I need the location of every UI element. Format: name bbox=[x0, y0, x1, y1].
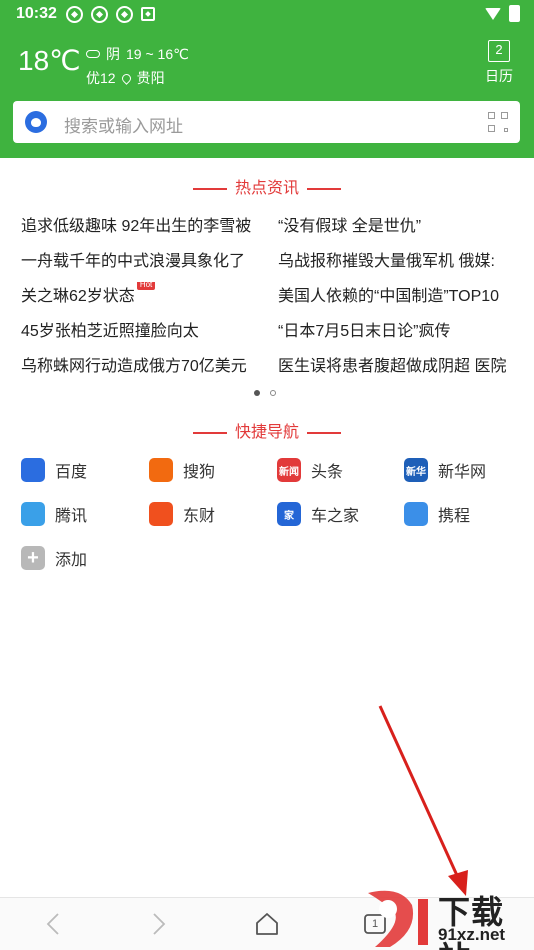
news-item[interactable]: 追求低级趣味 92年出生的李雪被 bbox=[21, 212, 271, 236]
weather-location[interactable]: 优12 贵阳 bbox=[86, 68, 165, 88]
home-button[interactable] bbox=[252, 910, 282, 938]
watermark-url: 91xz.net bbox=[438, 925, 506, 944]
weather-condition: 阴 bbox=[106, 46, 120, 62]
quick-nav-item[interactable]: 搜狗 bbox=[149, 456, 215, 484]
hot-badge: Hot bbox=[136, 282, 156, 290]
quick-nav-item[interactable]: 新华 新华网 bbox=[404, 456, 486, 484]
status-bar: 10:32 bbox=[0, 0, 534, 30]
quick-nav-label: 车之家 bbox=[311, 508, 360, 525]
quick-nav-label: 携程 bbox=[438, 508, 471, 525]
quick-nav-item[interactable]: 家车之家 bbox=[277, 500, 359, 528]
news-item[interactable]: 美国人依赖的“中国制造”TOP10 bbox=[278, 282, 528, 306]
news-item[interactable]: 医生误将患者腹超做成阴超 医院 bbox=[278, 352, 528, 376]
quick-nav-label: 百度 bbox=[55, 464, 88, 481]
quick-nav-item[interactable]: + 添加 bbox=[21, 544, 87, 572]
hot-news-heading: 热点资讯 bbox=[0, 174, 534, 198]
toutiao-icon: 新闻 bbox=[277, 458, 301, 482]
app-notification-icon bbox=[116, 6, 133, 23]
baidu-logo-icon bbox=[25, 111, 47, 133]
city: 贵阳 bbox=[136, 70, 165, 86]
chevron-right-icon bbox=[153, 913, 166, 935]
dongcai-icon bbox=[149, 502, 173, 526]
page-dot bbox=[270, 390, 276, 396]
quick-nav-label: 头条 bbox=[311, 464, 344, 481]
back-button[interactable] bbox=[38, 910, 68, 938]
news-item[interactable]: 关之琳62岁状态Hot bbox=[21, 282, 271, 306]
quick-nav-label: 搜狗 bbox=[183, 464, 216, 481]
quick-nav-heading: 快捷导航 bbox=[0, 418, 534, 442]
chevron-left-icon bbox=[46, 913, 59, 935]
status-time: 10:32 bbox=[16, 5, 57, 22]
quick-nav-item[interactable]: 腾讯 bbox=[21, 500, 87, 528]
notification-icons bbox=[66, 6, 155, 23]
search-bar[interactable]: 搜索或输入网址 bbox=[13, 101, 520, 143]
annotation-arrow bbox=[378, 705, 468, 896]
page-dot-active bbox=[254, 390, 260, 396]
location-pin-icon bbox=[119, 71, 133, 85]
news-item[interactable]: “没有假球 全是世仇” bbox=[278, 212, 528, 236]
search-placeholder[interactable]: 搜索或输入网址 bbox=[64, 112, 183, 137]
app-notification-icon bbox=[66, 6, 83, 23]
news-item[interactable]: 45岁张柏芝近照撞脸向太 bbox=[21, 317, 271, 341]
cloud-icon bbox=[86, 50, 100, 58]
calendar-icon: 2 bbox=[488, 40, 510, 62]
page-indicator bbox=[254, 390, 276, 396]
autohome-icon: 家 bbox=[277, 502, 301, 526]
quick-nav-item[interactable]: 百度 bbox=[21, 456, 87, 484]
quick-nav-item[interactable]: 东财 bbox=[149, 500, 215, 528]
quick-nav-label: 新华网 bbox=[438, 464, 487, 481]
ctrip-icon bbox=[404, 502, 428, 526]
news-item[interactable]: 乌称蛛网行动造成俄方70亿美元 bbox=[21, 352, 271, 376]
news-item[interactable]: 乌战报称摧毁大量俄军机 俄媒: bbox=[278, 247, 528, 271]
news-item[interactable]: “日本7月5日末日论”疯传 bbox=[278, 317, 528, 341]
sogou-icon bbox=[149, 458, 173, 482]
xinhua-icon: 新华 bbox=[404, 458, 428, 482]
add-icon: + bbox=[21, 546, 45, 570]
tencent-icon bbox=[21, 502, 45, 526]
home-icon bbox=[256, 913, 278, 935]
air-quality: 优12 bbox=[86, 70, 116, 86]
header: 10:32 18℃ 阴 19 ~ 16℃ 优12 贵阳 2 日历 搜索或输入网址 bbox=[0, 0, 534, 158]
weather-summary[interactable]: 阴 19 ~ 16℃ bbox=[86, 44, 189, 64]
temperature[interactable]: 18℃ bbox=[18, 44, 81, 77]
qr-scan-icon[interactable] bbox=[488, 112, 508, 132]
quick-nav-item[interactable]: 携程 bbox=[404, 500, 470, 528]
quick-nav-label: 腾讯 bbox=[55, 508, 88, 525]
watermark: 下载站 91xz.net bbox=[360, 885, 534, 950]
quick-nav-item[interactable]: 新闻 头条 bbox=[277, 456, 343, 484]
weather-range: 19 ~ 16℃ bbox=[126, 45, 189, 62]
forward-button[interactable] bbox=[144, 910, 174, 938]
battery-icon bbox=[509, 5, 520, 22]
quick-nav-label: 添加 bbox=[55, 552, 88, 569]
calendar-label: 日历 bbox=[485, 68, 513, 84]
app-notification-icon bbox=[141, 7, 155, 21]
baidu-icon bbox=[21, 458, 45, 482]
wifi-icon bbox=[485, 7, 501, 20]
app-notification-icon bbox=[91, 6, 108, 23]
calendar-button[interactable]: 2 日历 bbox=[482, 40, 516, 86]
news-item[interactable]: 一舟载千年的中式浪漫具象化了 bbox=[21, 247, 271, 271]
quick-nav-label: 东财 bbox=[183, 508, 216, 525]
